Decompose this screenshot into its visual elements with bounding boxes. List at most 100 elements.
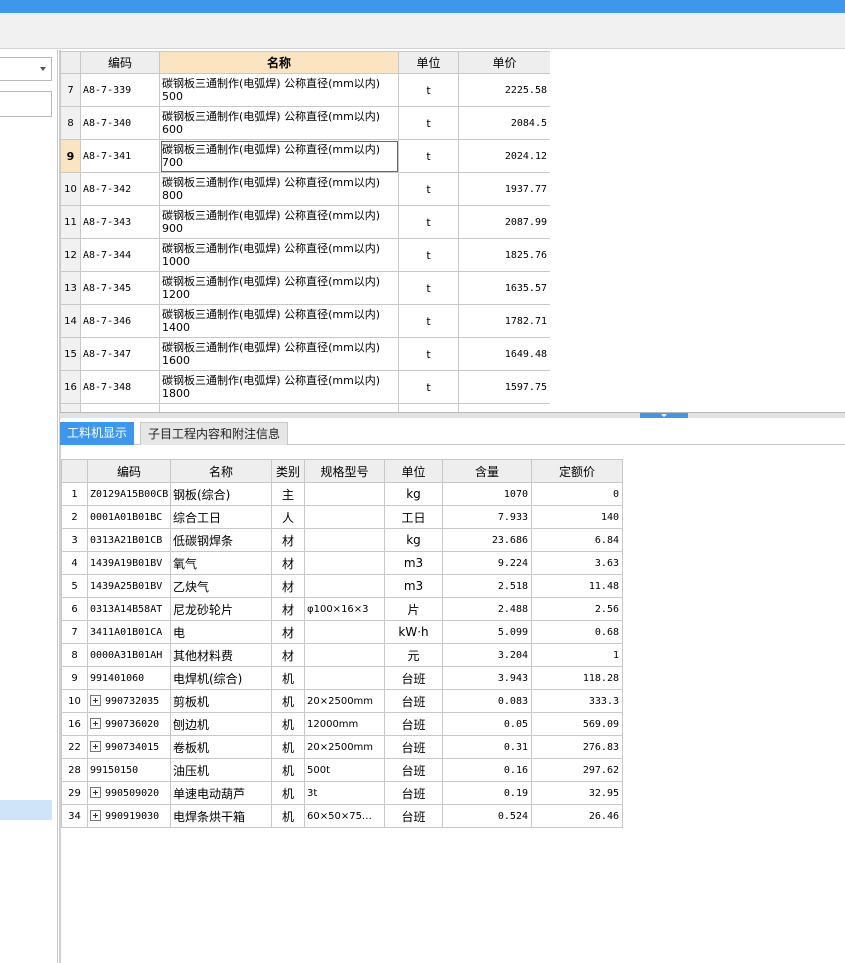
resource-row[interactable]: 1 Z0129A15B00CB 钢板(综合) 主 kg 1070 0	[61, 482, 623, 506]
chevron-down-icon	[40, 67, 46, 71]
plus-box-icon[interactable]	[90, 718, 101, 729]
splitter-collapse-button[interactable]	[640, 413, 688, 418]
quota-name-line1: 碳钢板三通制作(电弧焊) 公称直径(mm以内)	[162, 275, 381, 288]
resource-row[interactable]: 8 0000A31B01AH 其他材料费材 元 3.204 1	[61, 643, 623, 667]
tab-sub-item-content[interactable]: 子目工程内容和附注信息	[140, 422, 289, 445]
resource-spec: 20×2500mm	[304, 735, 385, 759]
row-number: 13	[60, 271, 81, 305]
resource-row[interactable]: 2 0001A01B01BC 综合工日人 工日 7.933 140	[61, 505, 623, 529]
resource-unit: 工日	[384, 505, 443, 529]
quota-name-line1: 碳钢板三通制作(电弧焊) 公称直径(mm以内)	[162, 374, 381, 387]
row-number: 16	[61, 712, 88, 736]
resource-row[interactable]: 28 99150150 油压机机 500t 台班 0.16 297.62	[61, 758, 623, 782]
plus-box-icon[interactable]	[90, 787, 101, 798]
resource-name: 尼龙砂轮片	[170, 597, 272, 621]
quota-row[interactable]: 13 A8-7-345 碳钢板三通制作(电弧焊) 公称直径(mm以内) 1200 t 16…	[60, 271, 550, 305]
quota-name[interactable]: 碳钢板三通制作(电弧焊) 公称直径(mm以内) 900	[159, 205, 399, 239]
quota-name[interactable]: 碳钢板三通制作(电弧焊) 公称直径(mm以内) 800	[159, 172, 399, 206]
row-number: 7	[60, 73, 81, 107]
horizontal-splitter[interactable]	[60, 412, 845, 418]
quota-row[interactable]: 7 A8-7-339 碳钢板三通制作(电弧焊) 公称直径(mm以内) 500 t 2225…	[60, 73, 550, 107]
column-header-price[interactable]: 单价	[458, 51, 550, 74]
quota-row[interactable]: 16 A8-7-348 碳钢板三通制作(电弧焊) 公称直径(mm以内) 1800 t 15…	[60, 370, 550, 404]
row-number: 14	[60, 304, 81, 338]
quota-name[interactable]: 碳钢板三通制作(电弧焊) 公称直径(mm以内) 600	[159, 106, 399, 140]
plus-box-icon[interactable]	[90, 695, 101, 706]
column-header-unit[interactable]: 单位	[384, 459, 443, 483]
quota-row[interactable]: 碳钢板三通制作(电弧焊) 公称直径(mm以内)	[60, 403, 550, 412]
quota-name[interactable]: 碳钢板三通制作(电弧焊) 公称直径(mm以内) 1600	[159, 337, 399, 371]
resource-spec: 20×2500mm	[304, 689, 385, 713]
quota-row[interactable]: 9 A8-7-341 碳钢板三通制作(电弧焊) 公称直径(mm以内) 700 t 2024…	[60, 139, 550, 173]
quota-code: A8-7-340	[80, 106, 160, 140]
resource-price: 6.84	[531, 528, 623, 552]
resource-row[interactable]: 4 1439A19B01BV 氧气材 m3 9.224 3.63	[61, 551, 623, 575]
resource-code-text: 0313A14B58AT	[90, 603, 163, 615]
quota-unit: t	[398, 106, 459, 140]
quota-name[interactable]: 碳钢板三通制作(电弧焊) 公称直径(mm以内) 1400	[159, 304, 399, 338]
resource-row[interactable]: 34 990919030 电焊条烘干箱机 60×50×75… 台班 0.524 26.46	[61, 804, 623, 828]
quota-unit: t	[398, 304, 459, 338]
quota-name[interactable]: 碳钢板三通制作(电弧焊) 公称直径(mm以内) 1200	[159, 271, 399, 305]
quota-code: A8-7-341	[80, 139, 160, 173]
resource-code: 990734015	[87, 735, 171, 759]
row-number: 9	[60, 139, 81, 173]
column-header-qty[interactable]: 含量	[442, 459, 532, 483]
quota-unit: t	[398, 205, 459, 239]
column-header-spec[interactable]: 规格型号	[304, 459, 385, 483]
resource-unit: 台班	[384, 758, 443, 782]
quota-name[interactable]: 碳钢板三通制作(电弧焊) 公称直径(mm以内) 1800	[159, 370, 399, 404]
quota-name-line1: 碳钢板三通制作(电弧焊) 公称直径(mm以内)	[162, 209, 381, 222]
resource-price: 2.56	[531, 597, 623, 621]
quota-row[interactable]: 14 A8-7-346 碳钢板三通制作(电弧焊) 公称直径(mm以内) 1400 t 17…	[60, 304, 550, 338]
column-header-unit[interactable]: 单位	[398, 51, 459, 74]
resource-code: 3411A01B01CA	[87, 620, 171, 644]
column-header-name[interactable]: 名称	[170, 459, 272, 483]
resource-price: 26.46	[531, 804, 623, 828]
quota-row[interactable]: 12 A8-7-344 碳钢板三通制作(电弧焊) 公称直径(mm以内) 1000 t 18…	[60, 238, 550, 272]
resource-row[interactable]: 10 990732035 剪板机机 20×2500mm 台班 0.083 333.3	[61, 689, 623, 713]
resource-row[interactable]: 3 0313A21B01CB 低碳钢焊条材 kg 23.686 6.84	[61, 528, 623, 552]
quota-row[interactable]: 10 A8-7-342 碳钢板三通制作(电弧焊) 公称直径(mm以内) 800 t 193…	[60, 172, 550, 206]
plus-box-icon[interactable]	[90, 741, 101, 752]
resource-category: 人	[271, 505, 305, 529]
filter-dropdown[interactable]	[0, 57, 52, 81]
search-input[interactable]	[0, 91, 52, 117]
row-number: 3	[61, 528, 88, 552]
column-header-code[interactable]: 编码	[87, 459, 171, 483]
resource-row[interactable]: 9 991401060 电焊机(综合) 机 台班 3.943 118.28	[61, 666, 623, 690]
column-header-name[interactable]: 名称	[159, 51, 399, 74]
plus-box-icon[interactable]	[90, 810, 101, 821]
resource-row[interactable]: 22 990734015 卷板机机 20×2500mm 台班 0.31 276.83	[61, 735, 623, 759]
quota-list-grid: 编码 名称 单位 单价 7 A8-7-339 碳钢板三通制作(电弧焊) 公称直径(m…	[60, 51, 550, 412]
quota-row[interactable]: 8 A8-7-340 碳钢板三通制作(电弧焊) 公称直径(mm以内) 600 t 2084…	[60, 106, 550, 140]
resource-row[interactable]: 29 990509020 单速电动葫芦机 3t 台班 0.19 32.95	[61, 781, 623, 805]
quota-name-line1: 碳钢板三通制作(电弧焊) 公称直径(mm以内)	[162, 143, 381, 156]
column-header-category[interactable]: 类别	[271, 459, 305, 483]
quota-row[interactable]: 15 A8-7-347 碳钢板三通制作(电弧焊) 公称直径(mm以内) 1600 t 16…	[60, 337, 550, 371]
quota-name[interactable]: 碳钢板三通制作(电弧焊) 公称直径(mm以内) 1000	[159, 238, 399, 272]
row-number: 16	[60, 370, 81, 404]
tab-labor-material-machine[interactable]: 工料机显示	[60, 422, 135, 445]
quota-row[interactable]: 11 A8-7-343 碳钢板三通制作(电弧焊) 公称直径(mm以内) 900 t 208…	[60, 205, 550, 239]
column-header-price[interactable]: 定额价	[531, 459, 623, 483]
resource-grid-header: 编码 名称 类别 规格型号 单位 含量 定额价	[61, 459, 623, 483]
resource-name: 电	[170, 620, 272, 644]
quota-name[interactable]: 碳钢板三通制作(电弧焊) 公称直径(mm以内) 700	[159, 139, 399, 173]
resource-code-text: 990919030	[105, 811, 160, 822]
quota-price: 2084.5	[458, 106, 550, 140]
resource-spec	[304, 551, 385, 575]
column-header-code[interactable]: 编码	[80, 51, 160, 74]
quota-code: A8-7-339	[80, 73, 160, 107]
resource-row[interactable]: 16 990736020 刨边机机 12000mm 台班 0.05 569.09	[61, 712, 623, 736]
quota-name[interactable]: 碳钢板三通制作(电弧焊) 公称直径(mm以内)	[159, 403, 399, 412]
resource-row[interactable]: 5 1439A25B01BV 乙炔气材 m3 2.518 11.48	[61, 574, 623, 598]
resource-code: 1439A25B01BV	[87, 574, 171, 598]
resource-code-text: 991401060	[90, 672, 145, 684]
quota-name[interactable]: 碳钢板三通制作(电弧焊) 公称直径(mm以内) 500	[159, 73, 399, 107]
resource-code-text: Z0129A15B00CB	[90, 488, 169, 500]
resource-row[interactable]: 6 0313A14B58AT 尼龙砂轮片材 φ100×16×3 片 2.488 2.56	[61, 597, 623, 621]
resource-row[interactable]: 7 3411A01B01CA 电材 kW·h 5.099 0.68	[61, 620, 623, 644]
tree-selected-item[interactable]	[0, 800, 52, 820]
quota-code	[80, 403, 160, 412]
